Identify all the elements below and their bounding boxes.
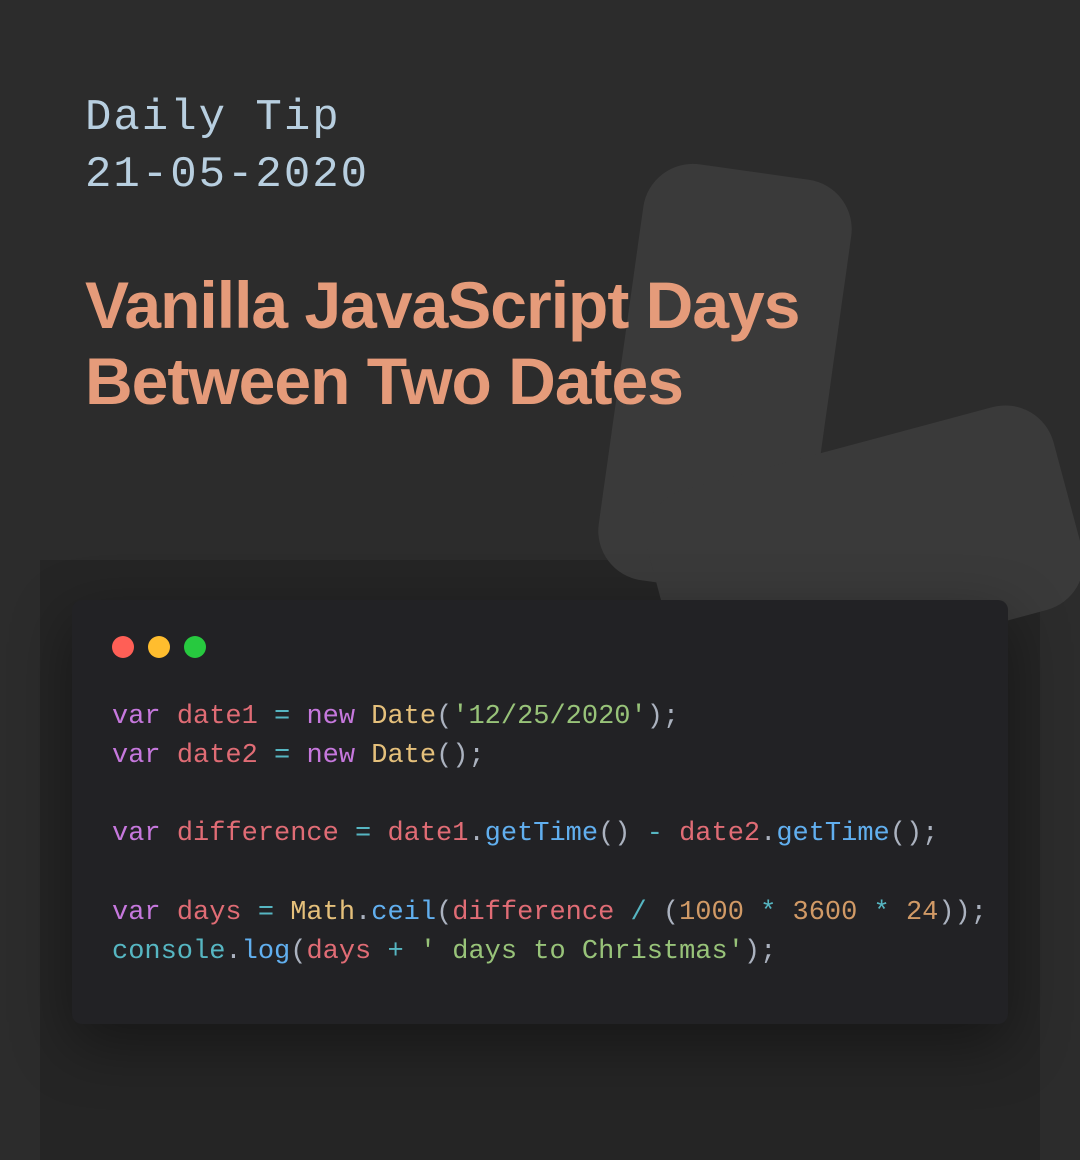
code-token: ( xyxy=(663,898,679,928)
code-token: = xyxy=(355,819,371,849)
code-token xyxy=(614,898,630,928)
code-token xyxy=(290,702,306,732)
code-token: Date xyxy=(371,702,436,732)
code-token: Math xyxy=(290,898,355,928)
code-token: var xyxy=(112,741,161,771)
code-token xyxy=(242,898,258,928)
close-icon xyxy=(112,636,134,658)
code-token: * xyxy=(874,898,890,928)
code-token xyxy=(290,741,306,771)
code-token: 1000 xyxy=(679,898,744,928)
code-token: new xyxy=(306,741,355,771)
code-token: / xyxy=(631,898,647,928)
code-token: getTime xyxy=(776,819,889,849)
code-token xyxy=(339,819,355,849)
code-token: ); xyxy=(647,702,679,732)
code-token: . xyxy=(225,937,241,967)
code-token xyxy=(161,741,177,771)
code-token: ( xyxy=(436,702,452,732)
code-token: Date xyxy=(371,741,436,771)
code-token xyxy=(857,898,873,928)
code-token xyxy=(744,898,760,928)
code-token: ( xyxy=(436,741,452,771)
code-token: = xyxy=(274,702,290,732)
code-token: )); xyxy=(938,898,987,928)
code-token: = xyxy=(274,741,290,771)
code-token: . xyxy=(760,819,776,849)
code-token: date1 xyxy=(387,819,468,849)
code-token: 24 xyxy=(906,898,938,928)
page-title: Vanilla JavaScript Days Between Two Date… xyxy=(85,268,995,420)
code-token xyxy=(371,819,387,849)
code-token: new xyxy=(306,702,355,732)
code-block: var date1 = new Date('12/25/2020'); var … xyxy=(112,698,968,972)
code-token: ( xyxy=(290,937,306,967)
code-token: getTime xyxy=(485,819,598,849)
code-token: date2 xyxy=(679,819,760,849)
subtitle-line-1: Daily Tip xyxy=(85,93,341,143)
code-token: date2 xyxy=(177,741,258,771)
code-token: '12/25/2020' xyxy=(452,702,646,732)
code-token: difference xyxy=(177,819,339,849)
code-token xyxy=(355,741,371,771)
minimize-icon xyxy=(148,636,170,658)
code-token: ( xyxy=(436,898,452,928)
code-token: date1 xyxy=(177,702,258,732)
code-token: ceil xyxy=(371,898,436,928)
code-token xyxy=(355,702,371,732)
code-token xyxy=(776,898,792,928)
code-token xyxy=(161,702,177,732)
code-token xyxy=(890,898,906,928)
maximize-icon xyxy=(184,636,206,658)
window-traffic-lights xyxy=(112,636,968,658)
code-token: difference xyxy=(452,898,614,928)
code-token xyxy=(258,702,274,732)
code-token xyxy=(274,898,290,928)
code-token: var xyxy=(112,819,161,849)
code-window: var date1 = new Date('12/25/2020'); var … xyxy=(72,600,1008,1024)
code-token: days xyxy=(177,898,242,928)
code-token: var xyxy=(112,702,161,732)
code-token: ); xyxy=(744,937,776,967)
code-token xyxy=(258,741,274,771)
code-token: . xyxy=(468,819,484,849)
code-token: - xyxy=(647,819,663,849)
code-token: + xyxy=(387,937,403,967)
code-token xyxy=(161,819,177,849)
code-token xyxy=(371,937,387,967)
code-token: ' days to Christmas' xyxy=(420,937,744,967)
content-area: Daily Tip 21-05-2020 Vanilla JavaScript … xyxy=(0,0,1080,420)
code-token: . xyxy=(355,898,371,928)
code-token: 3600 xyxy=(793,898,858,928)
code-token: (); xyxy=(890,819,939,849)
code-token: log xyxy=(242,937,291,967)
subtitle: Daily Tip 21-05-2020 xyxy=(85,90,995,204)
code-token: var xyxy=(112,898,161,928)
code-token: * xyxy=(760,898,776,928)
subtitle-line-2: 21-05-2020 xyxy=(85,150,369,200)
code-token: = xyxy=(258,898,274,928)
code-token: () xyxy=(598,819,630,849)
code-token xyxy=(161,898,177,928)
code-token: console xyxy=(112,937,225,967)
code-token xyxy=(404,937,420,967)
code-token: days xyxy=(306,937,371,967)
code-token xyxy=(663,819,679,849)
code-token xyxy=(647,898,663,928)
code-token: ); xyxy=(452,741,484,771)
code-token xyxy=(631,819,647,849)
